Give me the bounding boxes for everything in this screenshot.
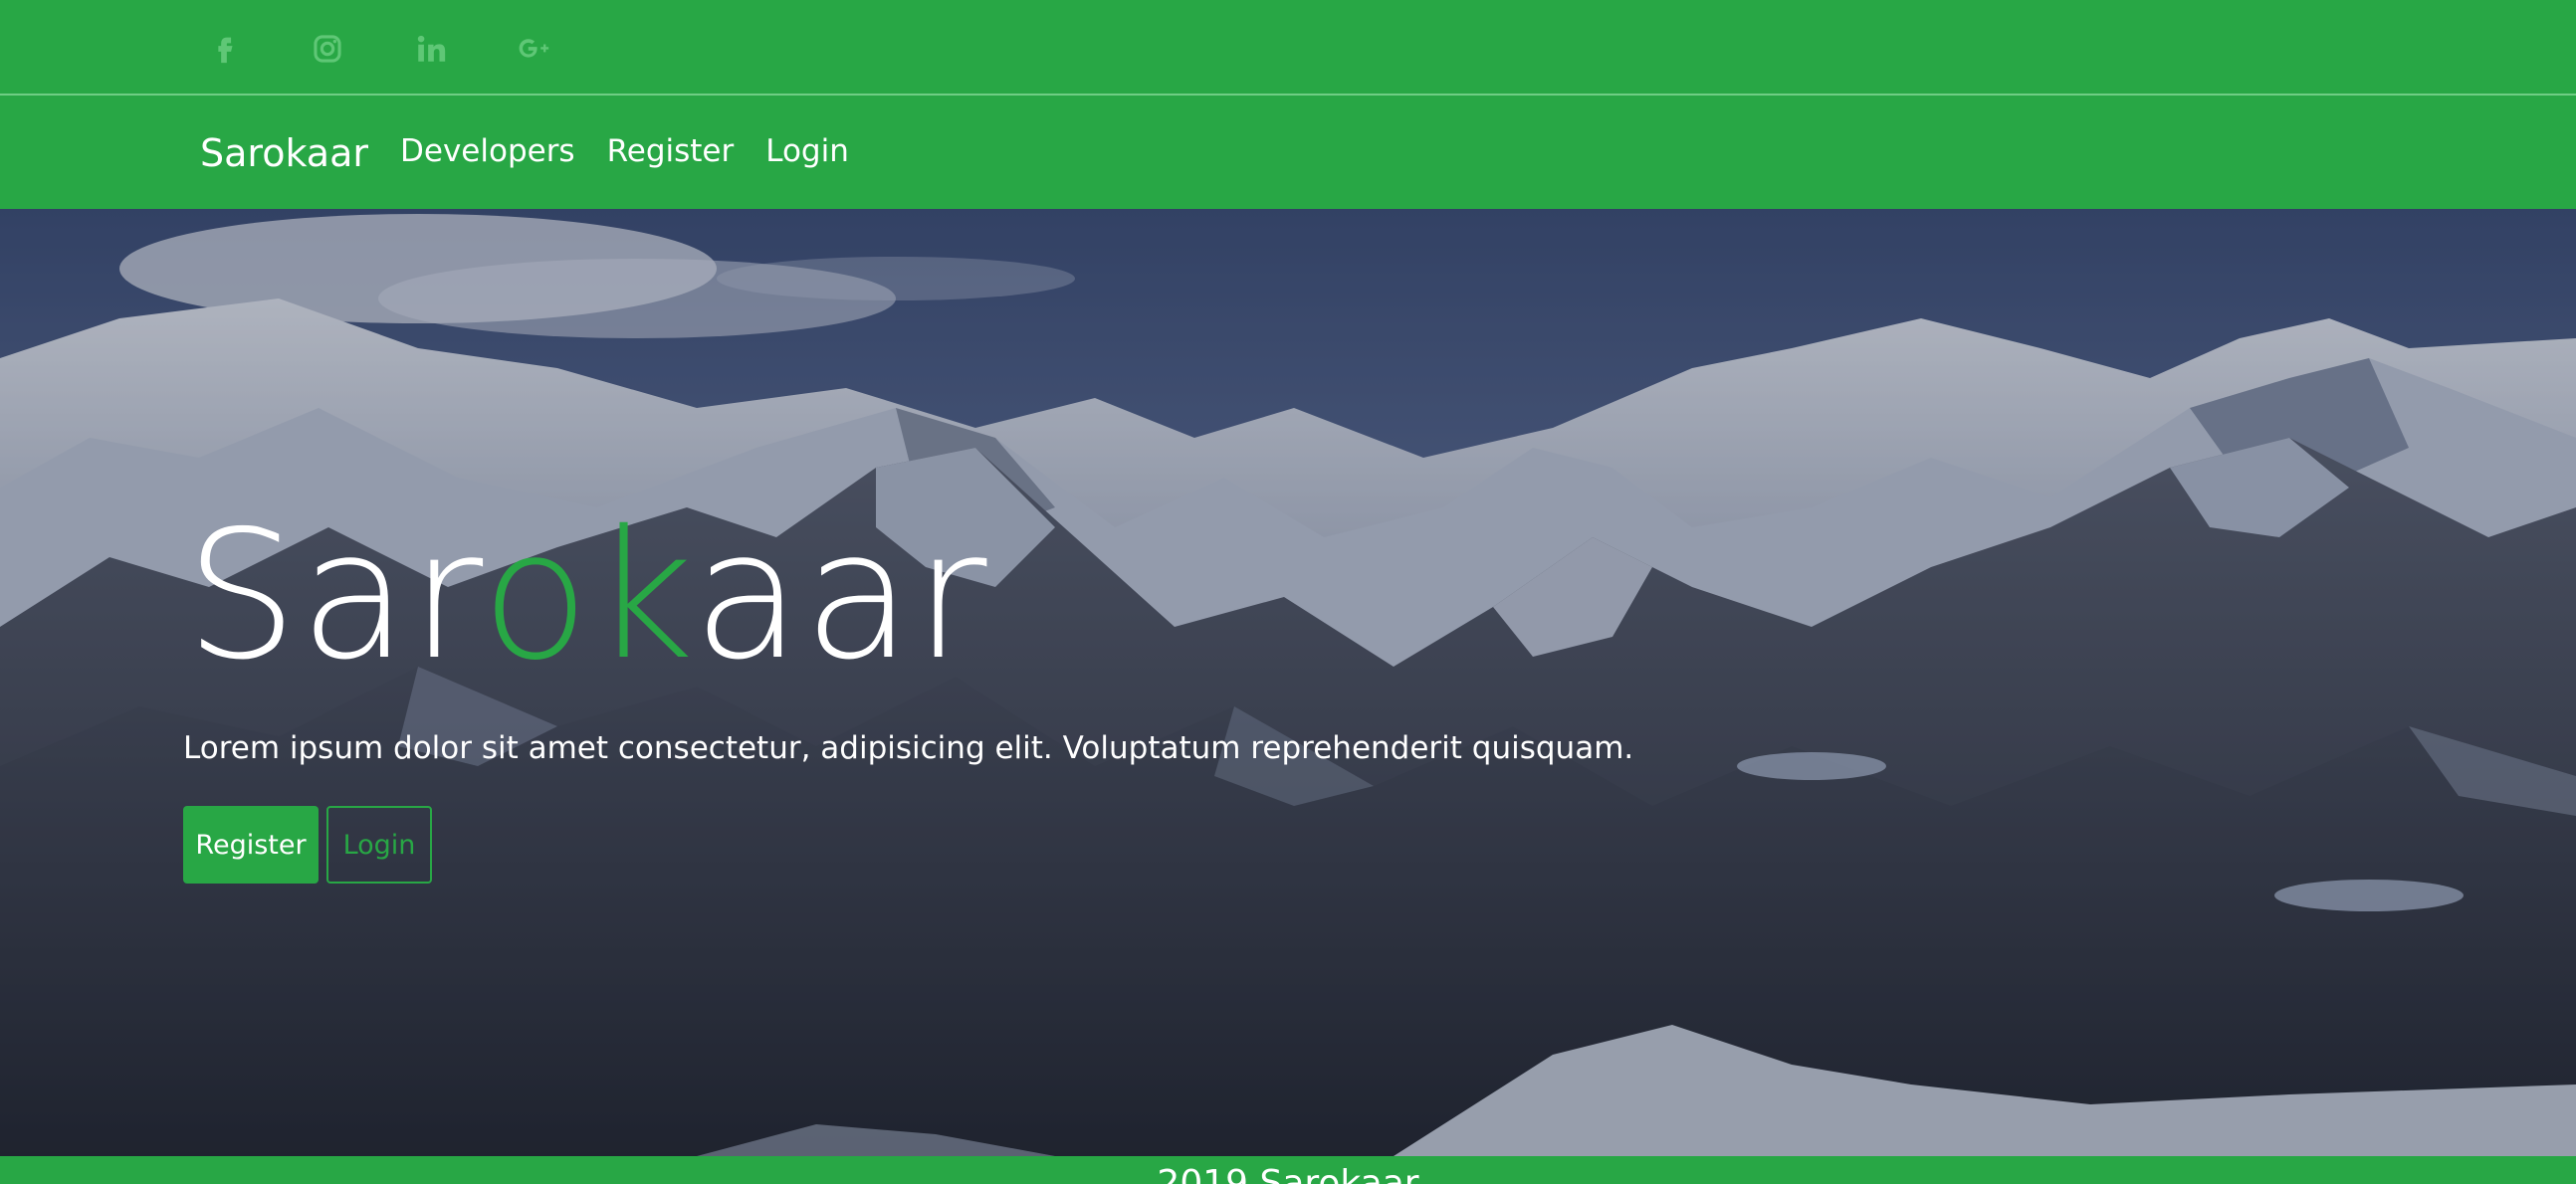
- nav-link-developers[interactable]: Developers: [400, 133, 575, 169]
- hero-lead-text: Lorem ipsum dolor sit amet consectetur, …: [183, 730, 1634, 766]
- nav-link-login[interactable]: Login: [765, 133, 849, 169]
- navbar-brand[interactable]: Sarokaar: [200, 131, 368, 175]
- footer-copyright: 2019 Sarokaar: [1157, 1163, 1419, 1184]
- google-plus-icon[interactable]: [510, 24, 559, 74]
- page-footer: 2019 Sarokaar: [0, 1156, 2576, 1184]
- nav-links: Developers Register Login: [400, 133, 881, 169]
- hero-title-accent: ok: [481, 493, 694, 698]
- instagram-icon[interactable]: [303, 24, 352, 74]
- hero-section: Sarokaar Lorem ipsum dolor sit amet cons…: [0, 209, 2576, 1156]
- hero-title-suffix: aar: [693, 493, 989, 698]
- main-navbar: Sarokaar Developers Register Login: [0, 96, 2576, 209]
- hero-title: Sarokaar: [185, 507, 989, 685]
- hero-register-button[interactable]: Register: [183, 806, 319, 884]
- linkedin-icon[interactable]: [406, 24, 456, 74]
- facebook-icon[interactable]: [199, 24, 249, 74]
- social-topbar: [0, 0, 2576, 96]
- nav-link-register[interactable]: Register: [607, 133, 735, 169]
- hero-title-prefix: Sar: [185, 493, 482, 698]
- hero-login-button[interactable]: Login: [326, 806, 432, 884]
- social-links: [199, 24, 613, 74]
